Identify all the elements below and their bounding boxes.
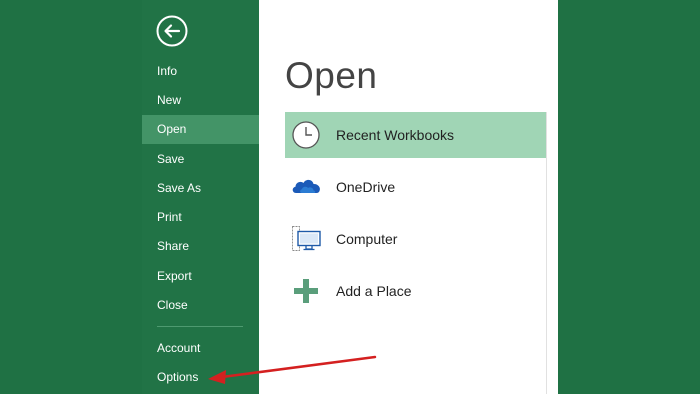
location-onedrive[interactable]: OneDrive	[285, 164, 546, 210]
open-content-panel: Open Recent Workbooks OneDrive Computer …	[259, 0, 558, 394]
backstage-sidebar: Info New Open Save Save As Print Share E…	[142, 0, 259, 394]
excel-backstage-screen: Info New Open Save Save As Print Share E…	[0, 0, 700, 394]
nav-share[interactable]: Share	[142, 232, 259, 261]
location-label: Computer	[336, 231, 398, 247]
nav-info[interactable]: Info	[142, 57, 259, 86]
location-label: OneDrive	[336, 179, 396, 195]
location-label: Recent Workbooks	[336, 127, 455, 143]
nav-new[interactable]: New	[142, 86, 259, 115]
location-add-a-place[interactable]: Add a Place	[285, 268, 546, 314]
location-label: Add a Place	[336, 283, 412, 299]
nav-close[interactable]: Close	[142, 291, 259, 320]
location-recent-workbooks[interactable]: Recent Workbooks	[285, 112, 546, 158]
location-computer[interactable]: Computer	[285, 216, 546, 262]
clock-icon	[292, 121, 320, 149]
nav-export[interactable]: Export	[142, 262, 259, 291]
back-button[interactable]	[156, 15, 188, 47]
computer-icon	[292, 226, 321, 251]
nav-save-as[interactable]: Save As	[142, 174, 259, 203]
nav-account[interactable]: Account	[142, 334, 259, 363]
back-arrow-icon	[156, 15, 188, 47]
nav-divider	[157, 326, 243, 327]
cloud-icon	[292, 179, 320, 193]
plus-icon	[294, 279, 318, 303]
nav-open[interactable]: Open	[142, 115, 259, 144]
nav-save[interactable]: Save	[142, 145, 259, 174]
open-locations-list: Recent Workbooks OneDrive Computer Add a…	[285, 112, 547, 394]
nav-print[interactable]: Print	[142, 203, 259, 232]
nav-options[interactable]: Options	[142, 363, 259, 392]
page-title: Open	[285, 55, 378, 96]
